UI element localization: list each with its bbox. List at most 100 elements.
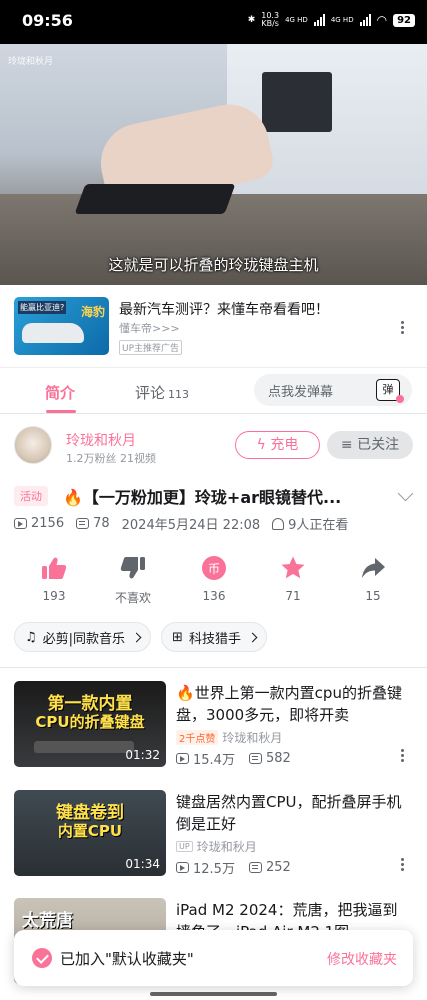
ad-card[interactable]: 能赢比亚迪? 海豹 最新汽车测评？来懂车帝看看吧！ 懂车帝>>> UP主推荐广告 — [0, 285, 427, 367]
music-icon: ♫ — [25, 629, 37, 645]
tab-intro[interactable]: 简介 — [45, 382, 75, 403]
share-icon — [343, 555, 403, 581]
ad-more-icon[interactable] — [401, 321, 405, 336]
category-tag[interactable]: ⊞ 科技猎手 — [161, 622, 267, 652]
battery-indicator: 92 — [393, 13, 415, 27]
publish-date: 2024年5月24日 22:08 — [121, 518, 261, 533]
status-time: 09:56 — [22, 11, 73, 30]
like-button[interactable]: 193 — [24, 555, 84, 603]
category-tag-label: 科技猎手 — [188, 631, 241, 647]
video-stats: 2156 78 2024年5月24日 22:08 9人正在看 — [14, 514, 348, 533]
charge-button[interactable]: ϟ 充电 — [235, 431, 320, 459]
avatar[interactable] — [14, 426, 52, 464]
danmaku-count: 78 — [93, 516, 110, 531]
video-title-row[interactable]: 活动 🔥【一万粉加更】玲珑+ar眼镜替代... — [0, 480, 427, 510]
dislike-label: 不喜欢 — [114, 591, 151, 605]
danmaku-placeholder: 点我发弹幕 — [268, 385, 334, 400]
followed-button[interactable]: ≡ 已关注 — [327, 431, 413, 459]
charge-label: 充电 — [270, 437, 299, 453]
bluetooth-icon: ✱ — [247, 15, 256, 25]
more-icon[interactable] — [401, 749, 405, 764]
ad-thumb-question: 能赢比亚迪? — [18, 301, 67, 314]
rec-thumbnail[interactable]: 键盘卷到 内置CPU 01:34 — [14, 790, 166, 876]
signal-label-1: 4G HD — [285, 16, 308, 24]
favorite-count: 71 — [285, 589, 301, 603]
rec-author-row: 2千点赞 玲珑和秋月 — [176, 729, 282, 746]
keyboard-image — [34, 741, 134, 753]
coin-button[interactable]: 币 136 — [184, 555, 244, 603]
list-item[interactable]: 键盘卷到 内置CPU 01:34 键盘居然内置CPU，配折叠屏手机倒是正好 UP… — [0, 790, 427, 890]
people-icon — [272, 517, 285, 530]
danmaku-count-icon — [248, 753, 262, 764]
thumbs-down-icon — [103, 555, 163, 581]
share-count: 15 — [365, 589, 381, 603]
activity-tag[interactable]: 活动 — [14, 486, 48, 506]
coin-count: 136 — [202, 589, 226, 603]
net-speed-unit: KB/s — [261, 19, 279, 28]
share-button[interactable]: 15 — [343, 555, 403, 603]
list-item[interactable]: 第一款内置 CPU的折叠键盘 01:32 🔥世界上第一款内置cpu的折叠键盘，3… — [0, 681, 427, 781]
signal-icon-1 — [313, 14, 325, 26]
video-title[interactable]: 🔥【一万粉加更】玲珑+ar眼镜替代... — [63, 484, 383, 508]
watching-count: 9人正在看 — [288, 518, 349, 533]
video-player[interactable]: 玲珑和秋月 这就是可以折叠的玲珑键盘主机 — [0, 44, 427, 285]
video-scene-monitor — [262, 72, 332, 132]
rec-author-row: UP 玲珑和秋月 — [176, 838, 257, 855]
ad-source-link[interactable]: 懂车帝>>> — [119, 320, 180, 336]
danmaku-input[interactable]: 点我发弹幕 弹 — [254, 374, 412, 406]
chevron-right-icon — [247, 632, 258, 642]
play-count-icon — [176, 753, 189, 764]
coin-icon: 币 — [184, 555, 244, 581]
ad-thumbnail[interactable]: 能赢比亚迪? 海豹 — [14, 297, 109, 355]
chevron-right-icon — [131, 632, 142, 642]
rec-thumbnail[interactable]: 第一款内置 CPU的折叠键盘 01:32 — [14, 681, 166, 767]
favorite-button[interactable]: 71 — [263, 555, 323, 603]
uploader-row: 玲珑和秋月 1.2万粉丝 21视频 ϟ 充电 ≡ 已关注 — [0, 420, 427, 476]
chevron-down-icon[interactable] — [397, 485, 414, 502]
rec-stats: 12.5万 252 — [176, 858, 291, 877]
wifi-icon: ◠ — [376, 13, 388, 27]
home-indicator[interactable] — [150, 992, 277, 996]
star-icon — [263, 555, 323, 581]
rec-title[interactable]: 🔥世界上第一款内置cpu的折叠键盘，3000多元，即将开卖 — [176, 682, 412, 726]
rec-danmaku: 252 — [265, 860, 291, 875]
rec-badge: 2千点赞 — [176, 730, 219, 745]
bgm-tag-label: 必剪|同款音乐 — [42, 631, 126, 647]
svg-text:币: 币 — [208, 562, 220, 576]
rec-thumb-line2: 内置CPU — [57, 822, 123, 840]
signal-icon-2 — [359, 14, 371, 26]
menu-icon: ≡ — [340, 437, 353, 453]
net-speed: 10.3 KB/s — [261, 12, 279, 28]
danmaku-count-icon — [76, 518, 90, 529]
status-bar: 09:56 ✱ 10.3 KB/s 4G HD 4G HD ◠ 92 — [0, 0, 427, 44]
play-count-icon — [176, 862, 189, 873]
edit-favorites-button[interactable]: 修改收藏夹 — [327, 949, 397, 969]
signal-label-2: 4G HD — [330, 16, 354, 24]
rec-thumb-line2: CPU的折叠键盘 — [35, 713, 145, 731]
rec-stats: 15.4万 582 — [176, 749, 291, 768]
dislike-button[interactable]: 不喜欢 — [103, 555, 163, 606]
controller-icon: ⊞ — [172, 629, 183, 645]
rec-duration: 01:32 — [125, 748, 160, 762]
rec-danmaku: 582 — [265, 751, 291, 766]
followed-label: 已关注 — [357, 437, 400, 453]
up-badge: UP — [176, 841, 193, 852]
uploader-meta: 1.2万粉丝 21视频 — [66, 452, 156, 465]
rec-duration: 01:34 — [125, 857, 160, 871]
tab-comments-label: 评论 — [135, 384, 166, 402]
bgm-tag[interactable]: ♫ 必剪|同款音乐 — [14, 622, 152, 652]
ad-badge: UP主推荐广告 — [119, 340, 183, 355]
tab-comments-count: 113 — [168, 388, 190, 401]
rec-views: 15.4万 — [193, 753, 235, 768]
ad-title[interactable]: 最新汽车测评？来懂车帝看看吧！ — [119, 299, 329, 319]
rec-thumb-line1: 太荒唐 — [22, 911, 73, 931]
more-icon[interactable] — [401, 858, 405, 873]
video-subtitle: 这就是可以折叠的玲珑键盘主机 — [108, 256, 319, 274]
rec-title[interactable]: 键盘居然内置CPU，配折叠屏手机倒是正好 — [176, 791, 412, 835]
rec-author: 玲珑和秋月 — [222, 731, 283, 745]
toast-message: 已加入"默认收藏夹" — [60, 950, 194, 968]
danmaku-toggle-icon[interactable]: 弹 — [376, 379, 404, 403]
uploader-name[interactable]: 玲珑和秋月 — [66, 430, 136, 450]
tab-bar: 简介 评论 113 点我发弹幕 弹 — [0, 368, 427, 414]
tab-comments[interactable]: 评论 113 — [135, 382, 189, 403]
